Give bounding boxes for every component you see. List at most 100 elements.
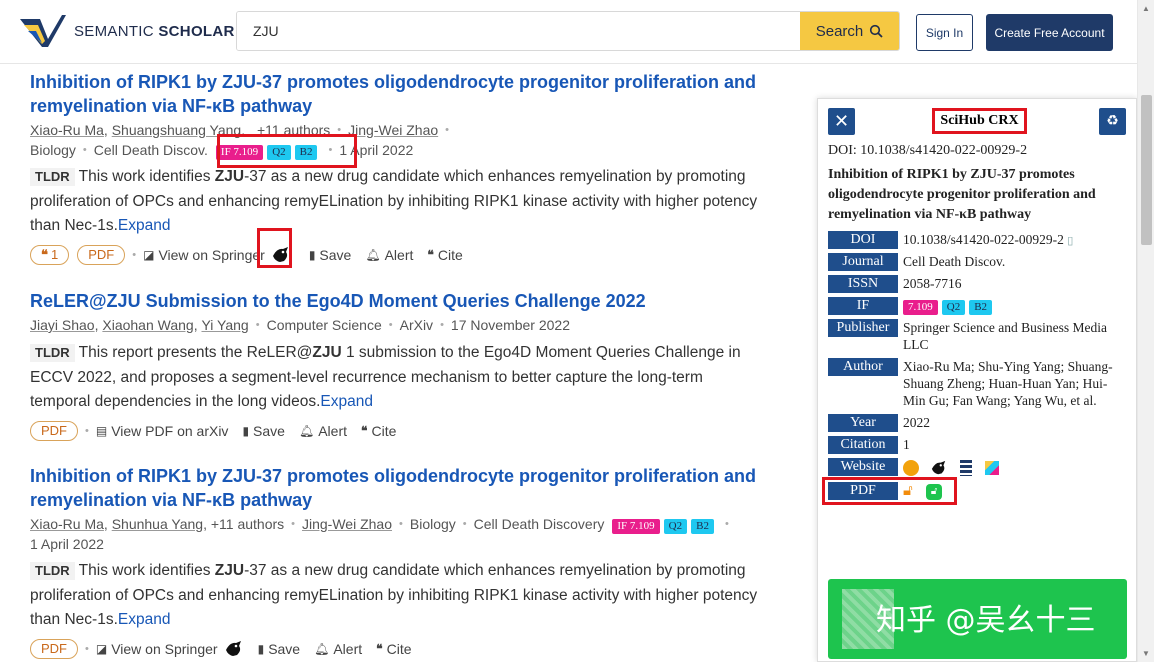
- website-label: Website: [828, 458, 898, 476]
- semantic-scholar-logo-icon: [20, 15, 66, 47]
- result-title[interactable]: Inhibition of RIPK1 by ZJU-37 promotes o…: [30, 464, 760, 512]
- semantic-scholar-logo[interactable]: SEMANTIC SCHOLAR: [18, 13, 235, 49]
- view-pdf-on-arxiv-link[interactable]: ▤ View PDF on arXiv: [96, 423, 229, 439]
- result-title[interactable]: ReLER@ZJU Submission to the Ego4D Moment…: [30, 289, 760, 313]
- save-button[interactable]: ▮ Save: [242, 423, 285, 439]
- result-item: Inhibition of RIPK1 by ZJU-37 promotes o…: [30, 464, 760, 660]
- separator: •: [132, 248, 137, 261]
- bookmark-icon: ▮: [257, 641, 265, 656]
- author-link[interactable]: Shunhua Yang: [112, 514, 203, 534]
- journal-row: Journal Cell Death Discov.: [828, 253, 1123, 271]
- expand-link[interactable]: Expand: [320, 393, 373, 410]
- save-button[interactable]: ▮ Save: [258, 641, 301, 657]
- journal-label: Journal: [828, 253, 898, 271]
- view-on-springer-link[interactable]: ◪ View on Springer: [96, 641, 218, 657]
- field-of-study: Biology: [409, 516, 456, 532]
- doi-label: DOI: [828, 231, 898, 249]
- page-scrollbar[interactable]: ▲ ▼: [1137, 0, 1154, 662]
- author-link[interactable]: Xiaohan Wang: [102, 315, 193, 335]
- quartile-badge: Q2: [663, 519, 688, 534]
- save-button[interactable]: ▮ Save: [309, 247, 352, 263]
- result-metadata: Xiao-Ru Ma, Shunhua Yang, +11 authors • …: [30, 514, 729, 552]
- scroll-thumb[interactable]: [1141, 95, 1152, 245]
- bookmark-icon: ▮: [308, 247, 316, 262]
- field-of-study: Biology: [30, 142, 76, 158]
- scroll-up-arrow-icon[interactable]: ▲: [1142, 4, 1150, 13]
- scroll-down-arrow-icon[interactable]: ▼: [1142, 649, 1150, 658]
- publisher-value: Springer Science and Business Media LLC: [903, 320, 1107, 352]
- result-tldr: TLDR This work identifies ZJU-37 as a new…: [30, 168, 758, 234]
- bell-icon: 🔔︎: [365, 247, 381, 262]
- pdf-button[interactable]: PDF: [77, 244, 126, 265]
- alert-button[interactable]: 🔔︎ Alert: [365, 247, 413, 263]
- impact-factor-badge: 7.109: [903, 300, 938, 315]
- pdf-button[interactable]: PDF: [30, 420, 78, 441]
- watermark-text: 知乎 @吴幺十三: [876, 603, 1096, 638]
- search-bar: Search: [236, 11, 900, 51]
- logo-text: SEMANTIC SCHOLAR: [74, 22, 235, 40]
- citation-count-button[interactable]: ❝ 1: [30, 244, 70, 265]
- colorful-logo-icon[interactable]: [985, 460, 1000, 475]
- panel-title: SciHub CRX: [932, 108, 1027, 134]
- magnifier-icon: [870, 24, 883, 38]
- more-authors[interactable]: +11 authors: [211, 514, 284, 534]
- separator: •: [255, 319, 260, 331]
- issn-label: ISSN: [828, 275, 898, 293]
- website-row: Website: [828, 458, 1123, 476]
- author-link[interactable]: Xiao-Ru Ma: [30, 514, 104, 534]
- raven-icon: [225, 640, 241, 656]
- promo-image: 知乎 @吴幺十三: [828, 579, 1127, 659]
- separator: •: [399, 518, 403, 530]
- tldr-tag: TLDR: [30, 344, 75, 362]
- doi-icon[interactable]: [903, 459, 919, 476]
- expand-link[interactable]: Expand: [118, 217, 171, 234]
- cite-button[interactable]: ❝ Cite: [427, 247, 462, 263]
- tldr-tag: TLDR: [30, 168, 75, 186]
- stack-icon[interactable]: [959, 459, 972, 476]
- result-authors: Xiao-Ru Ma, Shuangshuang Yang, +11 autho…: [30, 120, 450, 140]
- separator: •: [440, 319, 444, 331]
- author-link[interactable]: Xiao-Ru Ma: [30, 120, 104, 140]
- result-title[interactable]: Inhibition of RIPK1 by ZJU-37 promotes o…: [30, 70, 760, 118]
- separator: •: [82, 144, 87, 156]
- result-metadata: Biology • Cell Death Discov. IF 7.109 Q2 B…: [30, 140, 760, 160]
- bell-icon: 🔔︎: [298, 423, 315, 438]
- result-tldr: TLDR This report presents the ReLER@ZJU 1…: [30, 344, 741, 410]
- panel-doi: DOI: 10.1038/s41420-022-00929-2: [828, 143, 1028, 158]
- if-label: IF: [828, 297, 898, 315]
- copy-icon[interactable]: ▯: [1067, 235, 1073, 247]
- create-account-button[interactable]: Create Free Account: [986, 14, 1113, 51]
- separator: •: [462, 518, 467, 530]
- author-link[interactable]: Yi Yang: [201, 315, 248, 335]
- separator: •: [445, 124, 450, 136]
- recycle-button[interactable]: ♻: [1099, 108, 1126, 135]
- citation-value: 1: [903, 437, 910, 452]
- author-link[interactable]: Jiayi Shao: [30, 315, 95, 335]
- result-actions: ❝ 1 PDF • ◪ View on Springer ▮ Save 🔔︎ Alert…: [30, 244, 760, 266]
- result-item: ReLER@ZJU Submission to the Ego4D Moment…: [30, 289, 760, 442]
- separator: •: [85, 642, 89, 655]
- expand-link[interactable]: Expand: [118, 611, 171, 628]
- sign-in-button[interactable]: Sign In: [916, 14, 973, 51]
- pdf-button[interactable]: PDF: [30, 638, 78, 659]
- cite-button[interactable]: ❝ Cite: [361, 423, 396, 439]
- view-on-springer-link[interactable]: ◪ View on Springer: [143, 247, 265, 263]
- external-link-icon: ◪: [143, 247, 155, 262]
- bell-icon: 🔔︎: [314, 641, 330, 656]
- doi-row: DOI 10.1038/s41420-022-00929-2 ▯: [828, 231, 1123, 250]
- author-link[interactable]: Jing-Wei Zhao: [348, 120, 438, 140]
- search-button[interactable]: Search: [800, 12, 899, 50]
- impact-badges: IF 7.109 Q2 B2: [612, 514, 718, 534]
- journal-value: Cell Death Discov.: [903, 254, 1006, 269]
- alert-button[interactable]: 🔔︎ Alert: [314, 641, 362, 657]
- search-input[interactable]: [237, 12, 800, 50]
- author-link[interactable]: Jing-Wei Zhao: [302, 514, 392, 534]
- cite-button[interactable]: ❝ Cite: [376, 641, 411, 657]
- bookmark-icon: ▮: [242, 423, 250, 438]
- alert-button[interactable]: 🔔︎ Alert: [299, 423, 347, 439]
- close-button[interactable]: ✕: [828, 108, 855, 135]
- scihub-icon[interactable]: [224, 640, 244, 658]
- separator: •: [724, 518, 729, 530]
- raven-icon[interactable]: [930, 460, 948, 476]
- year-value: 2022: [903, 415, 930, 430]
